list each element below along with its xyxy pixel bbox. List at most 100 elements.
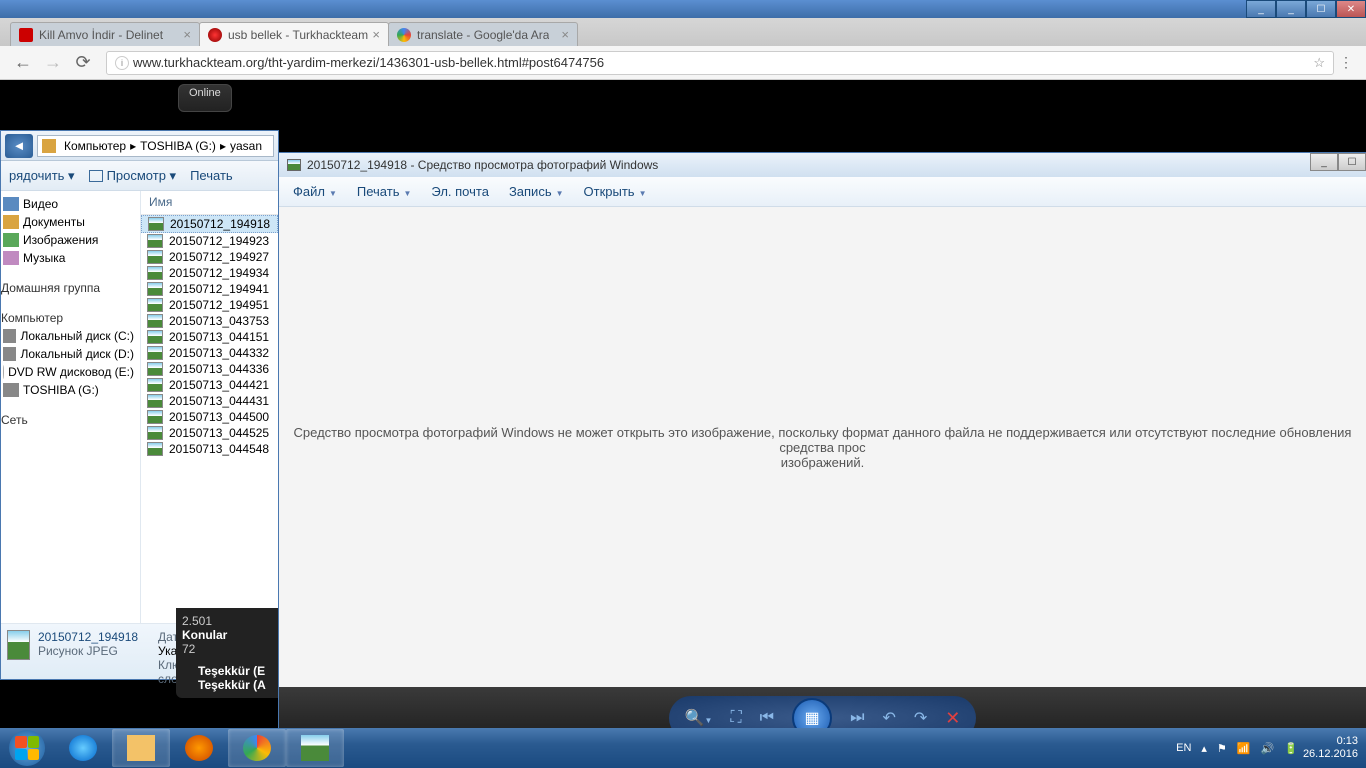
- tray-arrow-icon[interactable]: ▴: [1201, 742, 1207, 755]
- explorer-file-list: Имя 20150712_19491820150712_194923201507…: [141, 191, 278, 623]
- explorer-address-bar: ◄ Компьютер▸ TOSHIBA (G:)▸ yasan: [1, 131, 278, 161]
- image-file-icon: [147, 298, 163, 312]
- url-input[interactable]: i www.turkhackteam.org/tht-yardim-merkez…: [106, 51, 1334, 75]
- file-item[interactable]: 20150713_044548: [141, 441, 278, 457]
- path-segment[interactable]: Компьютер: [60, 139, 130, 153]
- file-item[interactable]: 20150712_194934: [141, 265, 278, 281]
- pv-minimize-button[interactable]: _: [1310, 153, 1338, 171]
- network-icon[interactable]: 📶: [1237, 742, 1251, 755]
- tab-0[interactable]: Kill Amvo İndir - Delinet ×: [10, 22, 200, 46]
- taskbar-chrome[interactable]: [228, 729, 286, 767]
- taskbar-media[interactable]: [170, 729, 228, 767]
- rotate-ccw-button[interactable]: ↶: [882, 708, 895, 728]
- file-item[interactable]: 20150713_044421: [141, 377, 278, 393]
- nav-item-images[interactable]: Изображения: [1, 231, 140, 249]
- next-button[interactable]: ⏭: [850, 709, 864, 727]
- file-item[interactable]: 20150713_044500: [141, 409, 278, 425]
- image-file-icon: [147, 346, 163, 360]
- delete-button[interactable]: ✕: [945, 708, 960, 729]
- image-file-icon: [147, 250, 163, 264]
- taskbar-photoviewer[interactable]: [286, 729, 344, 767]
- nav-drive-toshiba[interactable]: TOSHIBA (G:): [1, 381, 140, 399]
- file-item[interactable]: 20150713_044525: [141, 425, 278, 441]
- file-item[interactable]: 20150713_044151: [141, 329, 278, 345]
- path-segment[interactable]: TOSHIBA (G:): [136, 139, 220, 153]
- rotate-cw-button[interactable]: ↷: [914, 708, 927, 728]
- favicon-icon: [397, 28, 411, 42]
- nav-homegroup[interactable]: Домашняя группа: [1, 279, 140, 297]
- file-item[interactable]: 20150712_194951: [141, 297, 278, 313]
- language-indicator[interactable]: EN: [1176, 742, 1191, 754]
- menu-open[interactable]: Открыть▼: [584, 184, 647, 199]
- reload-button[interactable]: ⟳: [72, 52, 94, 74]
- file-name: 20150713_044336: [169, 362, 269, 376]
- file-item[interactable]: 20150712_194923: [141, 233, 278, 249]
- tab-1[interactable]: usb bellek - Turkhackteam ×: [199, 22, 389, 46]
- file-item[interactable]: 20150713_044431: [141, 393, 278, 409]
- volume-icon[interactable]: 🔊: [1261, 742, 1275, 755]
- address-bar: ← → ⟳ i www.turkhackteam.org/tht-yardim-…: [0, 46, 1366, 80]
- browser-menu-icon[interactable]: ⋮: [1334, 54, 1358, 71]
- tab-2[interactable]: translate - Google'da Ara ×: [388, 22, 578, 46]
- tab-close-icon[interactable]: ×: [368, 27, 380, 42]
- photo-viewer-titlebar[interactable]: 20150712_194918 - Средство просмотра фот…: [279, 153, 1366, 177]
- file-name: 20150713_044332: [169, 346, 269, 360]
- menu-print[interactable]: Печать▼: [357, 184, 412, 199]
- file-item[interactable]: 20150712_194927: [141, 249, 278, 265]
- prev-button[interactable]: ⏮: [760, 709, 774, 727]
- fit-button[interactable]: ⛶: [730, 709, 741, 727]
- start-button[interactable]: [0, 728, 54, 768]
- browser-window: Kill Amvo İndir - Delinet × usb bellek -…: [0, 18, 1366, 80]
- back-button[interactable]: ←: [12, 52, 34, 74]
- nav-drive-dvd[interactable]: DVD RW дисковод (E:): [1, 363, 140, 381]
- menu-burn[interactable]: Запись▼: [509, 184, 564, 199]
- bookmark-star-icon[interactable]: ☆: [1313, 55, 1325, 71]
- nav-network[interactable]: Сеть: [1, 411, 140, 429]
- tab-title: translate - Google'da Ara: [417, 28, 549, 42]
- explorer-back-button[interactable]: ◄: [5, 134, 33, 158]
- print-button[interactable]: Печать: [190, 168, 233, 183]
- nav-item-documents[interactable]: Документы: [1, 213, 140, 231]
- menu-file[interactable]: Файл▼: [293, 184, 337, 199]
- file-thumbnail-icon: [7, 630, 30, 660]
- explorer-nav-pane: Видео Документы Изображения Музыка Домаш…: [1, 191, 141, 623]
- outer-close-button[interactable]: ✕: [1336, 0, 1366, 18]
- image-file-icon: [147, 314, 163, 328]
- column-header-name[interactable]: Имя: [141, 191, 278, 215]
- file-item[interactable]: 20150713_044332: [141, 345, 278, 361]
- favicon-icon: [208, 28, 222, 42]
- menu-email[interactable]: Эл. почта: [431, 184, 489, 199]
- outer-minimize-button[interactable]: _: [1246, 0, 1276, 18]
- nav-item-video[interactable]: Видео: [1, 195, 140, 213]
- tab-close-icon[interactable]: ×: [557, 27, 569, 42]
- nav-item-music[interactable]: Музыка: [1, 249, 140, 267]
- file-item[interactable]: 20150712_194918: [141, 215, 278, 233]
- zoom-button[interactable]: 🔍▼: [685, 708, 713, 728]
- file-name: 20150713_044151: [169, 330, 269, 344]
- nav-computer[interactable]: Компьютер: [1, 309, 140, 327]
- date-text: 26.12.2016: [1303, 748, 1358, 761]
- file-item[interactable]: 20150712_194941: [141, 281, 278, 297]
- organize-menu[interactable]: рядочить ▾: [9, 168, 75, 184]
- taskbar-ie[interactable]: [54, 729, 112, 767]
- outer-minimize2-button[interactable]: _: [1276, 0, 1306, 18]
- clock[interactable]: 0:13 26.12.2016: [1303, 735, 1358, 761]
- tab-title: Kill Amvo İndir - Delinet: [39, 28, 163, 42]
- path-segment[interactable]: yasan: [226, 139, 266, 153]
- nav-drive-d[interactable]: Локальный диск (D:): [1, 345, 140, 363]
- taskbar-explorer[interactable]: [112, 729, 170, 767]
- action-center-icon[interactable]: ⚑: [1217, 742, 1227, 755]
- nav-drive-c[interactable]: Локальный диск (C:): [1, 327, 140, 345]
- view-menu[interactable]: Просмотр ▾: [89, 168, 177, 184]
- file-item[interactable]: 20150713_044336: [141, 361, 278, 377]
- pv-maximize-button[interactable]: ☐: [1338, 153, 1366, 171]
- file-item[interactable]: 20150713_043753: [141, 313, 278, 329]
- forward-button[interactable]: →: [42, 52, 64, 74]
- info-icon[interactable]: i: [115, 56, 129, 70]
- battery-icon[interactable]: 🔋: [1284, 742, 1298, 755]
- image-file-icon: [147, 234, 163, 248]
- outer-window-chrome: _ _ ☐ ✕: [0, 0, 1366, 18]
- explorer-path-input[interactable]: Компьютер▸ TOSHIBA (G:)▸ yasan: [37, 135, 274, 157]
- tab-close-icon[interactable]: ×: [179, 27, 191, 42]
- outer-maximize-button[interactable]: ☐: [1306, 0, 1336, 18]
